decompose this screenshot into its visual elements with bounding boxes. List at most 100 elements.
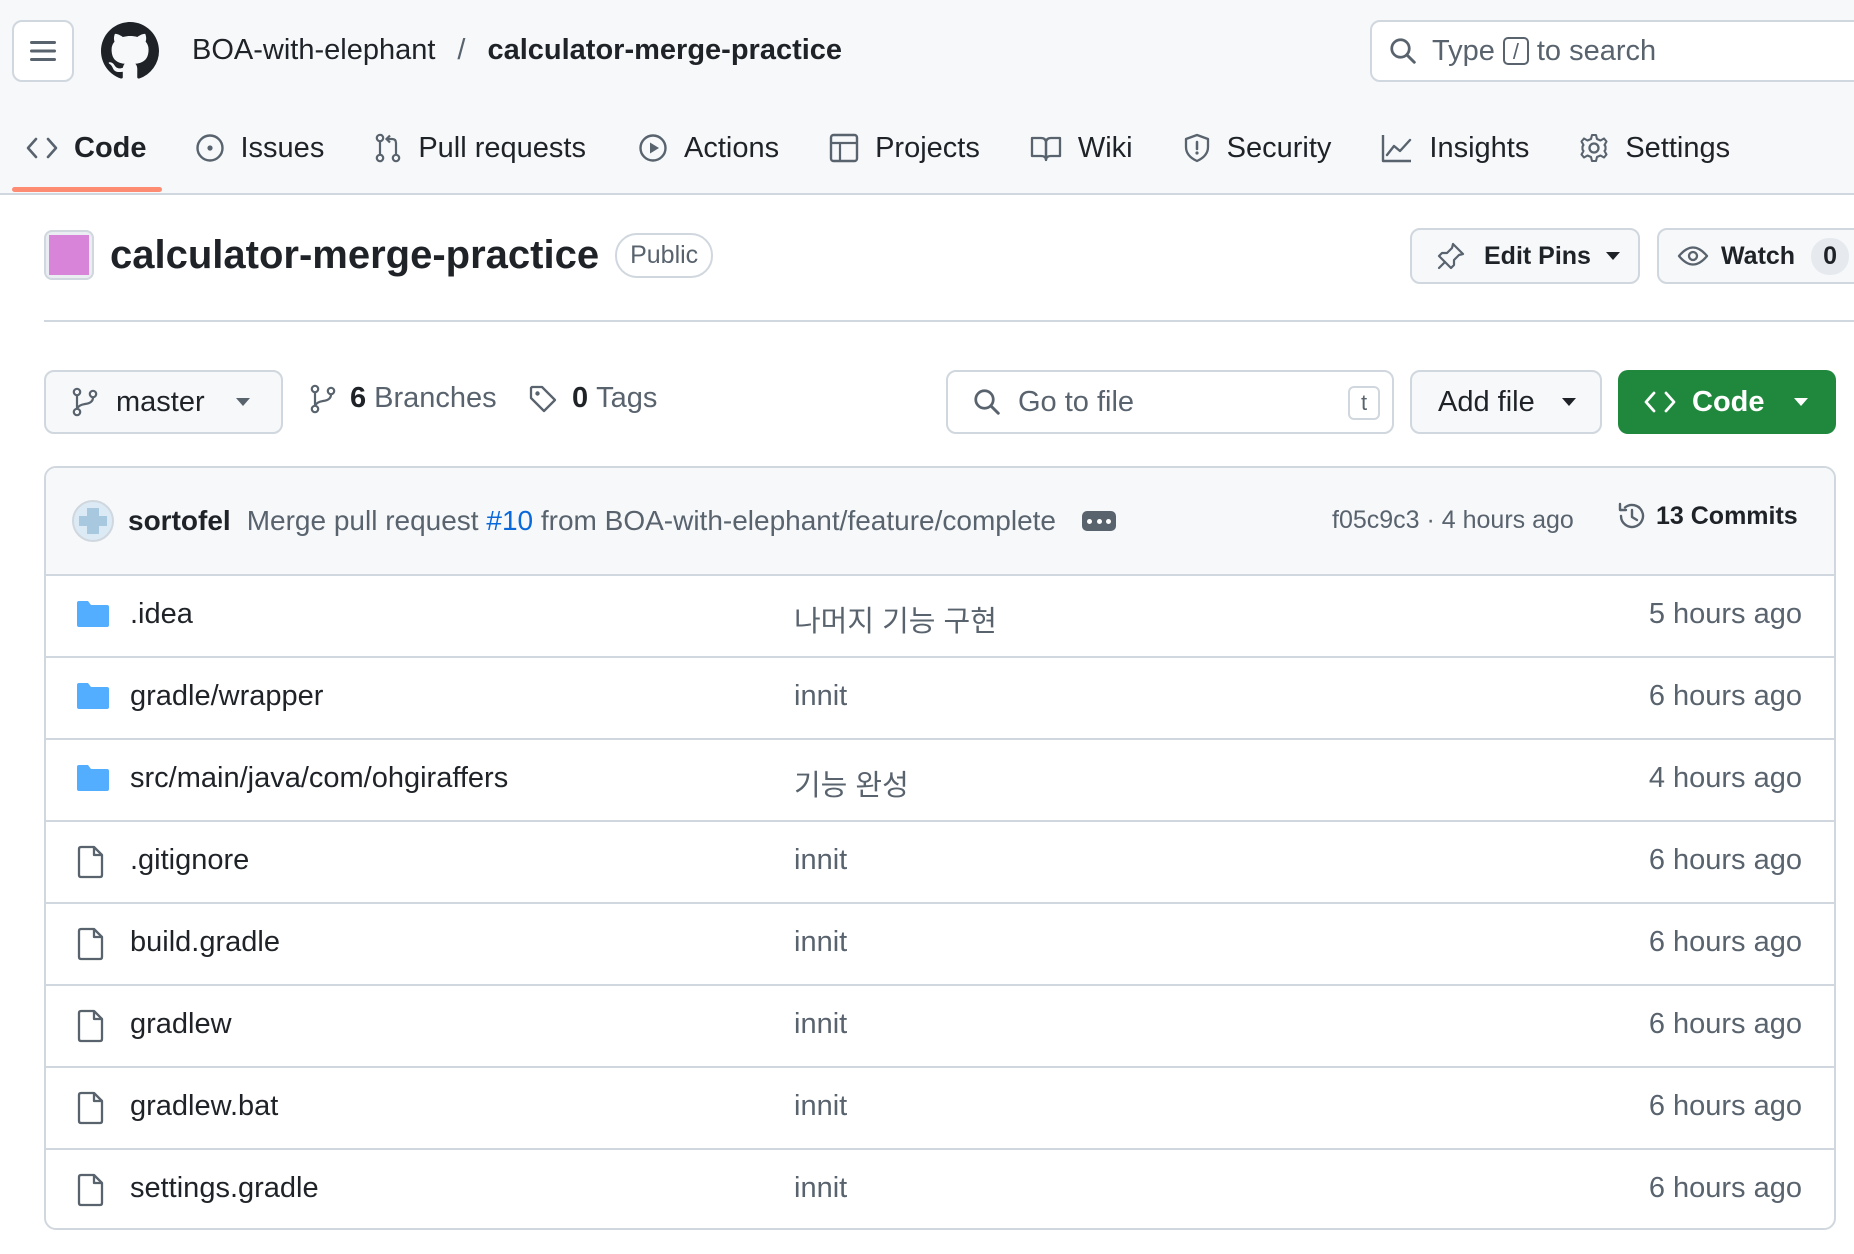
breadcrumb-owner-link[interactable]: BOA-with-elephant — [192, 34, 435, 67]
file-name-link[interactable]: build.gradle — [130, 926, 280, 959]
folder-icon — [77, 601, 109, 627]
branches-count: 6 — [350, 382, 367, 414]
file-row[interactable]: gradle/wrapper innit 6 hours ago — [46, 658, 1834, 740]
file-name-link[interactable]: src/main/java/com/ohgiraffers — [130, 762, 508, 795]
file-commit-message-link[interactable]: 기능 완성 — [794, 762, 909, 804]
pull-request-link[interactable]: #10 — [486, 505, 533, 536]
file-row[interactable]: src/main/java/com/ohgiraffers 기능 완성 4 hour… — [46, 740, 1834, 822]
file-name-link[interactable]: gradlew — [130, 1008, 232, 1041]
github-logo-icon[interactable] — [101, 22, 159, 80]
table-icon — [829, 133, 859, 163]
global-search-input[interactable]: Type / to search — [1370, 20, 1854, 82]
breadcrumb: BOA-with-elephant / calculator-merge-pra… — [192, 34, 842, 67]
file-icon — [77, 1173, 104, 1207]
file-commit-message-link[interactable]: innit — [794, 680, 847, 713]
file-name-link[interactable]: settings.gradle — [130, 1172, 319, 1205]
file-row[interactable]: .idea 나머지 기능 구현 5 hours ago — [46, 576, 1834, 658]
eye-icon — [1677, 246, 1709, 266]
search-placeholder-suffix: to search — [1536, 34, 1657, 67]
tags-link[interactable]: 0 Tags — [528, 382, 657, 415]
repo-header-bar: BOA-with-elephant / calculator-merge-pra… — [0, 0, 1854, 195]
add-file-label: Add file — [1438, 385, 1535, 418]
breadcrumb-separator: / — [457, 34, 466, 66]
active-tab-indicator — [12, 187, 162, 192]
repo-avatar — [44, 230, 94, 280]
search-shortcut-key: / — [1502, 37, 1529, 65]
book-icon — [1030, 136, 1062, 162]
file-commit-message-link[interactable]: innit — [794, 926, 847, 959]
commit-message-prefix: Merge pull request — [246, 505, 479, 536]
file-name-link[interactable]: .gitignore — [130, 844, 249, 877]
branches-link[interactable]: 6 Branches — [310, 382, 497, 415]
branch-icon — [72, 387, 98, 417]
hamburger-menu-button[interactable] — [12, 20, 74, 82]
tab-issues[interactable]: Issues — [195, 118, 324, 178]
watch-button[interactable]: Watch 0 — [1657, 228, 1854, 284]
tab-insights[interactable]: Insights — [1381, 118, 1529, 178]
caret-down-icon — [1561, 398, 1576, 406]
tab-settings[interactable]: Settings — [1579, 118, 1730, 178]
tab-label: Security — [1226, 131, 1332, 164]
code-icon — [1644, 391, 1676, 413]
add-file-button[interactable]: Add file — [1410, 370, 1602, 434]
repo-title-row: calculator-merge-practice Public — [44, 230, 714, 280]
tab-label: Actions — [683, 131, 780, 164]
file-name-link[interactable]: .idea — [130, 598, 193, 631]
file-commit-message-link[interactable]: innit — [794, 1172, 847, 1205]
avatar[interactable] — [72, 500, 114, 542]
tab-label: Code — [74, 131, 147, 164]
tab-actions[interactable]: Actions — [638, 118, 779, 178]
latest-commit-bar: sortofel Merge pull request #10 from BOA… — [46, 468, 1834, 576]
branch-select-button[interactable]: master — [44, 370, 283, 434]
code-dropdown-button[interactable]: Code — [1618, 370, 1836, 434]
file-commit-age: 6 hours ago — [1648, 680, 1802, 712]
commit-sha-and-age[interactable]: f05c9c3 · 4 hours ago — [1332, 506, 1574, 535]
file-commit-message-link[interactable]: innit — [794, 844, 847, 877]
go-to-file-input[interactable]: Go to file t — [946, 370, 1394, 434]
tab-wiki[interactable]: Wiki — [1030, 118, 1133, 178]
tab-label: Insights — [1429, 131, 1530, 164]
tab-pull-requests[interactable]: Pull requests — [374, 118, 586, 178]
file-commit-age: 6 hours ago — [1648, 926, 1802, 958]
file-name-link[interactable]: gradle/wrapper — [130, 680, 323, 713]
file-row[interactable]: gradlew innit 6 hours ago — [46, 986, 1834, 1068]
breadcrumb-repo-link[interactable]: calculator-merge-practice — [487, 34, 842, 67]
caret-down-icon — [1793, 398, 1808, 406]
tab-security[interactable]: Security — [1183, 118, 1332, 178]
file-row[interactable]: .gitignore innit 6 hours ago — [46, 822, 1834, 904]
file-commit-message-link[interactable]: 나머지 기능 구현 — [794, 598, 997, 640]
file-commit-message-link[interactable]: innit — [794, 1090, 847, 1123]
history-icon — [1618, 502, 1645, 529]
file-row[interactable]: build.gradle innit 6 hours ago — [46, 904, 1834, 986]
expand-commit-message-button[interactable] — [1082, 511, 1117, 531]
commit-message-link[interactable]: Merge pull request #10 from BOA-with-ele… — [247, 505, 1056, 537]
tags-label: Tags — [596, 382, 658, 414]
edit-pins-label: Edit Pins — [1484, 241, 1591, 270]
repo-title[interactable]: calculator-merge-practice — [110, 233, 599, 278]
caret-down-icon — [235, 398, 250, 406]
file-commit-age: 6 hours ago — [1648, 844, 1802, 876]
branches-label: Branches — [374, 382, 497, 414]
tab-label: Settings — [1625, 131, 1731, 164]
file-icon — [77, 927, 104, 961]
file-listing: sortofel Merge pull request #10 from BOA… — [44, 466, 1836, 1230]
pull-request-icon — [376, 133, 401, 163]
tab-projects[interactable]: Projects — [829, 118, 980, 178]
graph-icon — [1382, 135, 1412, 163]
pin-icon — [1437, 242, 1465, 270]
folder-icon — [77, 765, 109, 791]
watch-count: 0 — [1811, 237, 1849, 275]
tab-label: Projects — [875, 131, 980, 164]
code-button-label: Code — [1692, 385, 1765, 418]
file-commit-message-link[interactable]: innit — [794, 1008, 847, 1041]
file-commit-age: 5 hours ago — [1648, 598, 1802, 630]
file-commit-age: 6 hours ago — [1648, 1172, 1802, 1204]
tags-count: 0 — [572, 382, 589, 414]
file-name-link[interactable]: gradlew.bat — [130, 1090, 278, 1123]
file-row[interactable]: settings.gradle innit 6 hours ago — [46, 1150, 1834, 1228]
file-row[interactable]: gradlew.bat innit 6 hours ago — [46, 1068, 1834, 1150]
commits-history-link[interactable]: 13 Commits — [1616, 500, 1798, 532]
edit-pins-button[interactable]: Edit Pins — [1410, 228, 1640, 284]
commit-author-link[interactable]: sortofel — [128, 505, 231, 537]
tab-code[interactable]: Code — [26, 118, 147, 178]
